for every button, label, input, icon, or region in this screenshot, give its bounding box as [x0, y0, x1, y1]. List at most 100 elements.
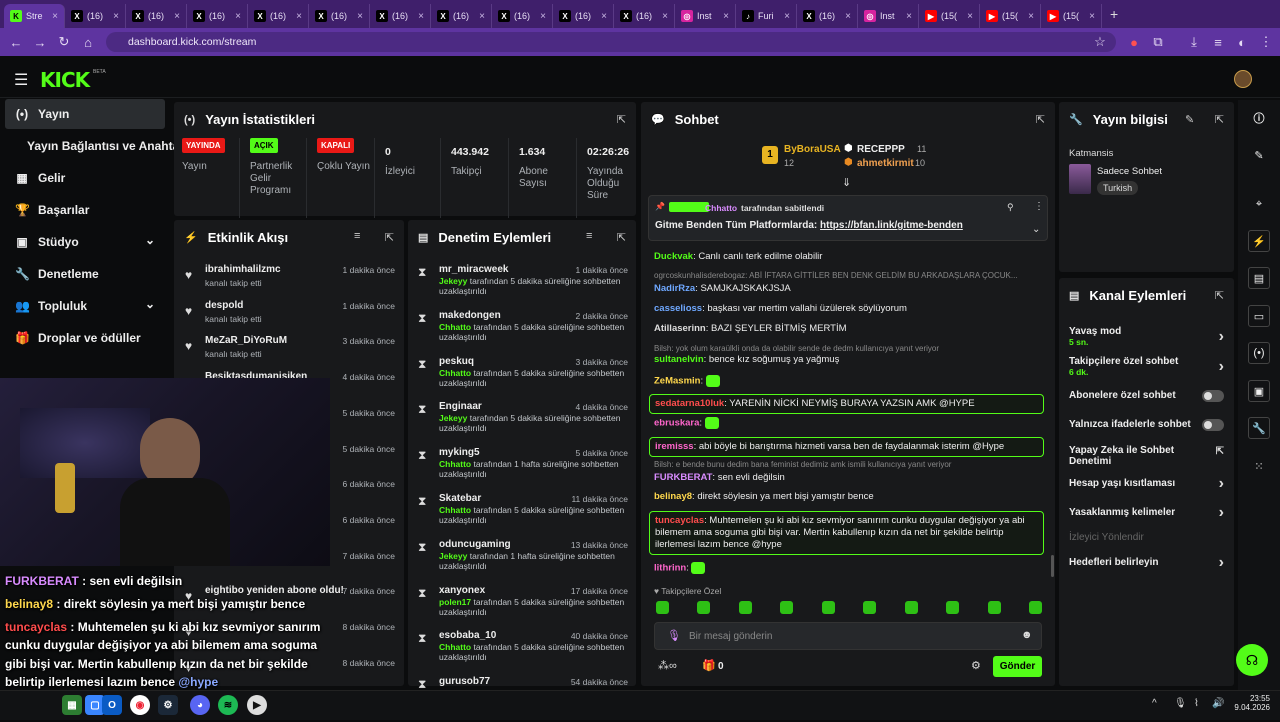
external-link-icon[interactable]: ⇱: [1216, 446, 1224, 457]
dots-icon[interactable]: ⁙: [1248, 455, 1270, 477]
tab-close-icon[interactable]: ×: [601, 11, 607, 22]
moderated-username[interactable]: makedongen: [439, 310, 501, 321]
emote-icon[interactable]: [821, 601, 835, 614]
channel-action[interactable]: Yapay Zeka ile Sohbet Denetimi ⇱: [1069, 445, 1224, 467]
chat-username[interactable]: sultanelvin: [654, 354, 704, 365]
filter-icon[interactable]: ≡: [586, 230, 592, 242]
url-field[interactable]: dashboard.kick.com/stream: [106, 32, 1116, 52]
feed-username[interactable]: MeZaR_DiYoRuM: [205, 335, 287, 346]
info-icon[interactable]: ⓘ: [1248, 107, 1270, 129]
back-icon[interactable]: ←: [4, 30, 28, 54]
channel-action[interactable]: Yasaklanmış kelimeler ›: [1069, 504, 1224, 521]
moderator-name[interactable]: Jekeyy: [439, 413, 467, 423]
tray-chevron-icon[interactable]: ^: [1152, 698, 1157, 709]
tab-close-icon[interactable]: ×: [845, 11, 851, 22]
tab-close-icon[interactable]: ×: [540, 11, 546, 22]
feed-username[interactable]: despold: [205, 300, 243, 311]
emote-icon[interactable]: [656, 601, 669, 614]
tab-close-icon[interactable]: ×: [52, 11, 58, 22]
chat-username[interactable]: NadirRza: [654, 283, 695, 294]
chat-username[interactable]: tuncayclas: [655, 515, 704, 526]
chat-username[interactable]: sedatarna10luk: [655, 398, 724, 409]
sidebar-item[interactable]: 🏆 Başarılar: [5, 195, 165, 225]
popout-icon[interactable]: ⇱: [1036, 113, 1045, 126]
sidebar-item[interactable]: 🔧 Denetleme: [5, 259, 165, 289]
tab-close-icon[interactable]: ×: [967, 11, 973, 22]
gift-icon[interactable]: 🎁: [702, 659, 716, 672]
tab-close-icon[interactable]: ×: [479, 11, 485, 22]
leader-name-1[interactable]: ByBoraUSA: [784, 144, 841, 155]
chat-bubble-icon[interactable]: ▭: [1248, 305, 1270, 327]
tab-close-icon[interactable]: ×: [235, 11, 241, 22]
edit-pencil-icon[interactable]: ✎: [1185, 113, 1194, 126]
menu-dots-icon[interactable]: ⋮: [1254, 30, 1278, 54]
forward-icon[interactable]: →: [28, 30, 52, 54]
browser-tab[interactable]: X (16) ×: [431, 4, 492, 28]
browser-tab[interactable]: X (16) ×: [614, 4, 675, 28]
emote-icon[interactable]: [780, 601, 794, 614]
emote-icon[interactable]: [1028, 601, 1042, 614]
tab-close-icon[interactable]: ×: [113, 11, 119, 22]
browser-tab[interactable]: ▶ (15(×: [1041, 4, 1102, 28]
popout-icon[interactable]: ⇱: [617, 113, 626, 126]
browser-tab[interactable]: X (16) ×: [492, 4, 553, 28]
chat-scrollbar[interactable]: [1051, 555, 1054, 577]
moderator-name[interactable]: polen17: [439, 597, 471, 607]
emote-icon[interactable]: [946, 601, 960, 614]
profile-avatar[interactable]: ◐: [1230, 30, 1254, 54]
send-button[interactable]: Gönder: [993, 656, 1042, 677]
chevron-right-icon[interactable]: ›: [1219, 328, 1224, 346]
browser-tab[interactable]: X (16) ×: [187, 4, 248, 28]
feed-username[interactable]: eightibo yeniden abone oldu!: [205, 585, 344, 596]
new-tab-icon[interactable]: +: [1110, 6, 1118, 22]
outlook-icon[interactable]: O: [102, 695, 122, 715]
browser-tab[interactable]: X (16) ×: [248, 4, 309, 28]
popout-icon[interactable]: ⇱: [1215, 113, 1224, 126]
mic-icon[interactable]: 🎙: [1174, 698, 1187, 709]
sidebar-item[interactable]: 🎁 Droplar ve ödüller: [5, 323, 165, 353]
media-player-icon[interactable]: ▶: [247, 695, 267, 715]
toggle-switch[interactable]: [1202, 419, 1224, 431]
moderator-name[interactable]: Chhatto: [439, 368, 471, 378]
browser-tab[interactable]: X (16) ×: [370, 4, 431, 28]
feed-username[interactable]: ibrahimhalilzmc: [205, 264, 281, 275]
chat-username[interactable]: belinay8: [654, 491, 692, 502]
emote-icon[interactable]: [863, 601, 877, 614]
tab-close-icon[interactable]: ×: [357, 11, 363, 22]
document-icon[interactable]: ▤: [1248, 267, 1270, 289]
kick-logo[interactable]: KICK: [40, 68, 90, 92]
chat-username[interactable]: Atillaserinn: [654, 323, 706, 334]
clock[interactable]: 23:55 9.04.2026: [1232, 694, 1270, 712]
tab-close-icon[interactable]: ×: [784, 11, 790, 22]
settings-gear-icon[interactable]: ⚙: [971, 659, 981, 672]
channel-action[interactable]: Hesap yaşı kısıtlaması ›: [1069, 475, 1224, 492]
tab-close-icon[interactable]: ×: [723, 11, 729, 22]
sidebar-item[interactable]: 👥 Topluluk ⌄: [5, 291, 165, 321]
channel-action[interactable]: İzleyici Yönlendir: [1069, 532, 1224, 543]
more-options-icon[interactable]: ⋮: [1034, 201, 1044, 212]
hamburger-menu-icon[interactable]: ☰: [14, 70, 28, 90]
chevron-down-icon[interactable]: ⌄: [1032, 224, 1040, 235]
pinned-link[interactable]: https://bfan.link/gitme-benden: [820, 220, 963, 231]
chat-username[interactable]: Duckvak: [654, 251, 693, 262]
taskbar-app-icon[interactable]: ▦: [62, 695, 82, 715]
spotify-icon[interactable]: ≋: [218, 695, 238, 715]
chevron-right-icon[interactable]: ›: [1219, 554, 1224, 572]
moderated-username[interactable]: mr_miracweek: [439, 264, 509, 275]
moderator-name[interactable]: Chhatto: [439, 642, 471, 652]
popout-icon[interactable]: ⇱: [617, 231, 626, 244]
browser-tab[interactable]: ♪ Furi ×: [736, 4, 797, 28]
browser-tab[interactable]: X (16) ×: [797, 4, 858, 28]
user-avatar[interactable]: [1234, 70, 1252, 88]
reading-list-icon[interactable]: ≡: [1206, 30, 1230, 54]
moderator-name[interactable]: Chhatto: [439, 322, 471, 332]
emote-icon[interactable]: [738, 601, 752, 614]
sidebar-item[interactable]: Yayın Bağlantısı ve Anahtarı: [5, 131, 187, 161]
emote-icon[interactable]: [697, 601, 711, 614]
extensions-puzzle-icon[interactable]: ⧉: [1146, 30, 1170, 54]
chat-username[interactable]: ebruskara: [654, 418, 699, 429]
discord-icon[interactable]: ◕: [190, 695, 210, 715]
filter-icon[interactable]: ≡: [354, 230, 360, 242]
tab-close-icon[interactable]: ×: [418, 11, 424, 22]
toggle-switch[interactable]: [1202, 390, 1224, 402]
